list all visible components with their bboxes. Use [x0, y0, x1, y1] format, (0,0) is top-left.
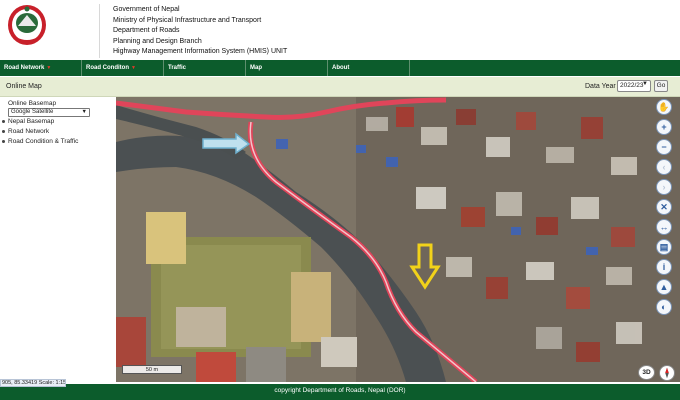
go-button[interactable]: Go	[654, 80, 668, 92]
nav-label: Road Network	[4, 65, 45, 71]
map-view[interactable]: ✋ + − ‹ › ✕ ↔ ▤ i ▲ ◐ 50 m 3D	[116, 97, 680, 382]
sidebar-item-label: Road Condition & Traffic	[8, 138, 79, 145]
info-icon[interactable]: i	[656, 259, 672, 275]
bullet-icon	[2, 119, 5, 123]
coordinate-readout: 905, 85.33419 Scale: 1:15	[0, 379, 66, 387]
bullet-icon	[2, 139, 5, 143]
header-line-branch: Planning and Design Branch	[113, 37, 202, 45]
data-year-select[interactable]: 2022/23 ▼	[617, 80, 651, 92]
tools-icon[interactable]: ✕	[656, 199, 672, 215]
sidebar-item-label: Road Network	[8, 128, 50, 135]
nav-label: Map	[250, 65, 262, 71]
hand-icon[interactable]: ✋	[656, 99, 672, 115]
header-org-text: Government of Nepal Ministry of Physical…	[113, 5, 287, 58]
globe-icon[interactable]: ◐	[656, 299, 672, 315]
footer: copyright Department of Roads, Nepal (DO…	[0, 384, 680, 400]
header-divider	[99, 4, 100, 58]
footer-copyright: copyright Department of Roads, Nepal (DO…	[274, 387, 406, 394]
map-tools: ✋ + − ‹ › ✕ ↔ ▤ i ▲ ◐	[656, 99, 675, 319]
zoom-in-icon[interactable]: +	[656, 119, 672, 135]
nav-label: Road Conditon	[86, 65, 129, 71]
road-icon[interactable]: ▲	[656, 279, 672, 295]
dropdown-caret-icon: ▼	[46, 65, 52, 71]
sidebar-item-nepal-basemap[interactable]: Nepal Basemap	[2, 118, 54, 125]
chevron-down-icon: ▼	[81, 109, 87, 115]
header: Government of Nepal Ministry of Physical…	[0, 0, 680, 60]
main-nav: Road Network ▼ Road Conditon ▼ Traffic Map…	[0, 60, 680, 76]
nepal-emblem-logo	[8, 5, 46, 45]
subbar: Online Map Data Year 2022/23 ▼ Go	[0, 77, 680, 97]
sidebar-item-label: Nepal Basemap	[8, 118, 55, 125]
nav-about[interactable]: About	[328, 60, 410, 76]
header-line-government: Government of Nepal	[113, 6, 180, 13]
compass-icon[interactable]	[659, 365, 675, 381]
header-line-unit: Highway Management Information System (H…	[113, 48, 288, 55]
nav-traffic[interactable]: Traffic	[164, 60, 246, 76]
basemap-select[interactable]: Google Satellite ▼	[8, 108, 90, 117]
data-year-value: 2022/23	[620, 82, 644, 89]
print-icon[interactable]: ▤	[656, 239, 672, 255]
sidebar-item-road-network[interactable]: Road Network	[2, 128, 49, 135]
sidebar-item-road-condition-traffic[interactable]: Road Condition & Traffic	[2, 138, 78, 145]
nav-road-network[interactable]: Road Network ▼	[0, 60, 82, 76]
zoom-out-icon[interactable]: −	[656, 139, 672, 155]
3d-button[interactable]: 3D	[638, 365, 655, 380]
basemap-label: Online Basemap	[8, 100, 57, 107]
nav-label: About	[332, 65, 350, 71]
nav-label: Traffic	[168, 65, 187, 71]
header-line-ministry: Ministry of Physical Infrastructure and …	[113, 16, 262, 24]
scale-bar: 50 m	[122, 365, 182, 374]
nav-road-condition[interactable]: Road Conditon ▼	[82, 60, 164, 76]
data-year-label: Data Year	[585, 83, 616, 90]
forward-arrow-icon[interactable]: ›	[656, 179, 672, 195]
chevron-down-icon: ▼	[642, 81, 648, 87]
measure-icon[interactable]: ↔	[656, 219, 672, 235]
page-title: Online Map	[6, 83, 42, 90]
sidebar: Online Basemap Google Satellite ▼ Nepal …	[0, 97, 116, 382]
nav-map[interactable]: Map	[246, 60, 328, 76]
bullet-icon	[2, 129, 5, 133]
back-arrow-icon[interactable]: ‹	[656, 159, 672, 175]
satellite-imagery[interactable]	[116, 97, 680, 382]
header-line-department: Department of Roads	[113, 27, 180, 34]
basemap-value: Google Satellite	[11, 109, 54, 115]
dropdown-caret-icon: ▼	[131, 65, 136, 71]
